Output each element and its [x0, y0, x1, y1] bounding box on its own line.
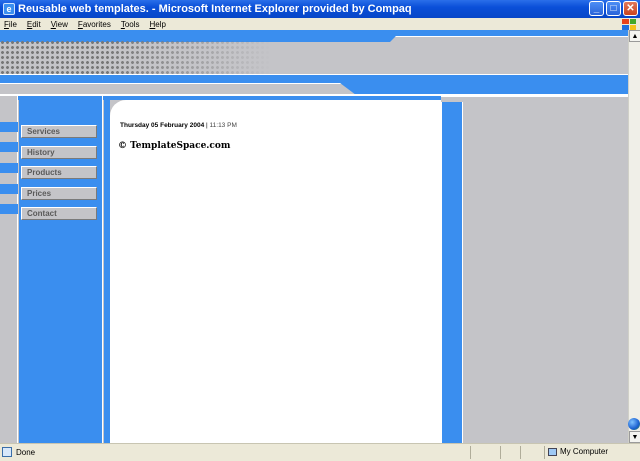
nav-prices[interactable]: Prices — [21, 187, 97, 200]
menu-view[interactable]: View — [51, 20, 68, 29]
ie-icon: e — [3, 3, 15, 15]
security-zone: My Computer — [548, 447, 608, 456]
nav-products[interactable]: Products — [21, 166, 97, 179]
vertical-scrollbar[interactable]: ▲ ▼ — [628, 30, 640, 443]
window-controls: _ □ ✕ — [589, 1, 638, 16]
strip-block — [0, 142, 18, 152]
copyright-text: © TemplateSpace.com — [118, 141, 231, 151]
menu-bar: File Edit View Favorites Tools Help — [0, 18, 640, 30]
menu-edit[interactable]: Edit — [27, 20, 41, 29]
zone-text: My Computer — [560, 447, 609, 456]
scroll-up-button[interactable]: ▲ — [629, 30, 640, 42]
header-tab-right — [388, 36, 628, 44]
right-blue-column — [441, 102, 463, 443]
windows-logo-icon — [622, 19, 636, 30]
strip-block — [0, 184, 18, 194]
date-time-line: Thursday 05 February 2004 | 11:13 PM — [120, 122, 237, 129]
menu-help[interactable]: Help — [150, 20, 166, 29]
status-bar: Done My Computer — [0, 443, 640, 461]
page-viewport: Services History Products Prices Contact… — [0, 30, 628, 443]
right-grey-column — [465, 102, 628, 443]
menu-file[interactable]: File — [4, 20, 17, 29]
minimize-button[interactable]: _ — [589, 1, 604, 16]
scroll-down-button[interactable]: ▼ — [629, 431, 640, 443]
current-date: Thursday 05 February 2004 — [120, 122, 205, 129]
nav-contact[interactable]: Contact — [21, 207, 97, 220]
left-decor-strip — [0, 96, 18, 443]
page-done-icon — [2, 447, 12, 457]
status-left: Done — [2, 447, 35, 457]
status-divider — [500, 446, 501, 459]
status-text: Done — [16, 447, 36, 457]
my-computer-icon — [548, 447, 557, 456]
ie-globe-icon — [628, 418, 640, 430]
date-separator: | — [206, 122, 208, 129]
status-divider — [520, 446, 521, 459]
nav-history[interactable]: History — [21, 146, 97, 159]
window-title: Reusable web templates. - Microsoft Inte… — [18, 3, 412, 15]
maximize-button[interactable]: □ — [606, 1, 621, 16]
strip-block — [0, 204, 18, 214]
strip-block — [0, 163, 18, 173]
menu-favorites[interactable]: Favorites — [78, 20, 111, 29]
close-button[interactable]: ✕ — [623, 1, 638, 16]
current-time: 11:13 PM — [209, 122, 237, 129]
sidebar-nav: Services History Products Prices Contact — [19, 96, 103, 443]
main-content: Thursday 05 February 2004 | 11:13 PM © T… — [110, 100, 441, 443]
menu-tools[interactable]: Tools — [121, 20, 140, 29]
status-divider — [470, 446, 471, 459]
strip-block — [0, 122, 18, 132]
header-halftone-pattern — [0, 40, 270, 76]
status-divider — [544, 446, 545, 459]
nav-services[interactable]: Services — [21, 125, 97, 138]
window-title-bar[interactable]: e Reusable web templates. - Microsoft In… — [0, 0, 640, 18]
